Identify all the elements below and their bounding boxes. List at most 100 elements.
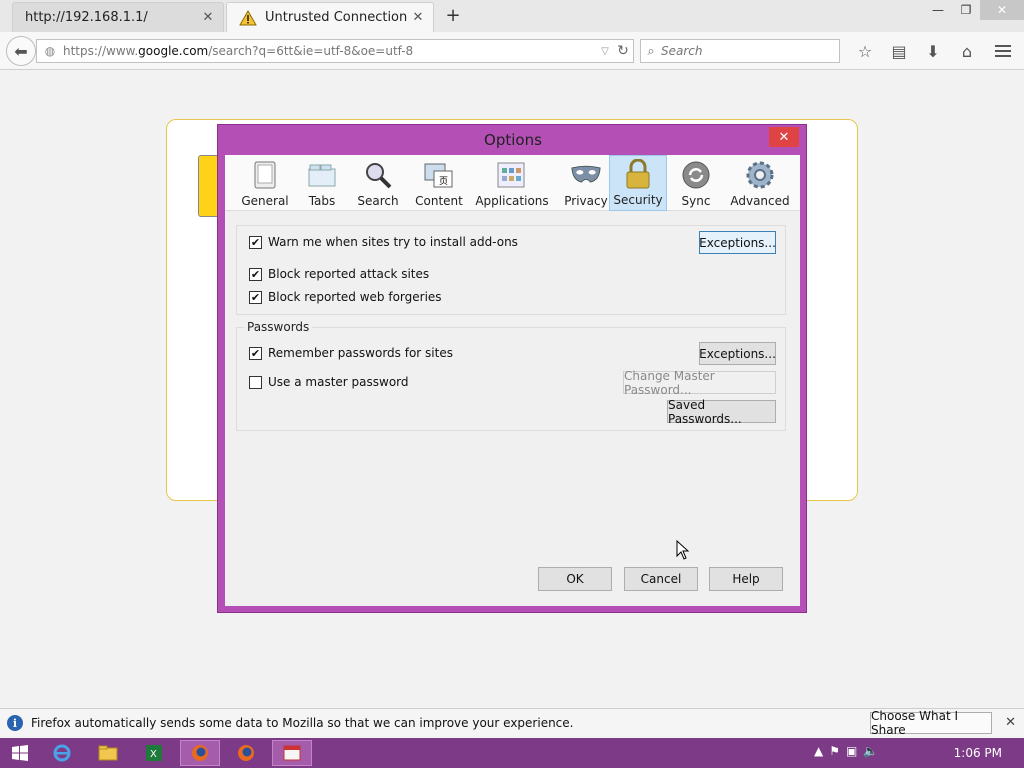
network-icon[interactable]: ▣ — [846, 744, 857, 758]
search-icon — [363, 160, 393, 190]
url-domain: google.com — [138, 44, 209, 58]
warning-icon — [239, 9, 257, 25]
security-general-group: ✔ Warn me when sites try to install add-… — [236, 225, 786, 315]
padlock-icon — [623, 159, 653, 189]
back-arrow-icon: ⬅ — [14, 41, 28, 61]
pane-selector: General Tabs Search 页 Content Applicatio… — [225, 155, 800, 211]
magnifier-icon: ⌕ — [647, 43, 655, 59]
window-close-icon[interactable]: ✕ — [980, 0, 1024, 20]
tab-title: http://192.168.1.1/ — [25, 10, 148, 25]
block-forgeries-checkbox[interactable]: ✔ — [249, 290, 262, 304]
start-windows-icon[interactable] — [0, 740, 40, 766]
tab-bar: http://192.168.1.1/ ✕ Untrusted Connecti… — [0, 0, 1024, 32]
pane-advanced[interactable]: Advanced — [725, 155, 795, 211]
dialog-close-button[interactable]: ✕ — [769, 127, 799, 147]
url-prefix: https://www. — [63, 44, 139, 58]
close-tab-icon[interactable]: ✕ — [411, 10, 425, 25]
options-dialog: Options ✕ General Tabs Search 页 Content … — [217, 124, 807, 613]
pane-security[interactable]: Security — [609, 155, 667, 211]
passwords-legend: Passwords — [244, 320, 313, 334]
saved-passwords-button[interactable]: Saved Passwords... — [667, 398, 776, 426]
ok-button[interactable]: OK — [538, 567, 612, 591]
pane-privacy[interactable]: Privacy — [563, 155, 609, 211]
url-text[interactable]: https://www.google.com/search?q=6tt&ie=u… — [59, 44, 597, 58]
dropdown-arrow-icon[interactable]: ▽ — [597, 46, 613, 57]
info-icon: i — [7, 715, 23, 731]
remember-passwords-checkbox[interactable]: ✔ — [249, 346, 262, 360]
reload-icon[interactable]: ↻ — [613, 43, 633, 59]
notification-message: Firefox automatically sends some data to… — [31, 716, 574, 730]
pane-content[interactable]: 页 Content — [415, 155, 463, 211]
back-button[interactable]: ⬅ — [6, 36, 36, 66]
show-hidden-icons-icon[interactable]: ▲ — [814, 744, 823, 758]
pane-label: Sync — [681, 194, 711, 208]
choose-what-i-share-button[interactable]: Choose What I Share — [870, 709, 992, 737]
taskbar-clock[interactable]: 1:06 PM — [954, 746, 1002, 760]
pane-general[interactable]: General — [225, 155, 305, 211]
warn-addons-option[interactable]: ✔ Warn me when sites try to install add-… — [249, 235, 518, 249]
pane-applications[interactable]: Applications — [461, 155, 563, 211]
internet-explorer-icon[interactable] — [42, 740, 82, 766]
pane-sync[interactable]: Sync — [667, 155, 725, 211]
pane-label: Advanced — [730, 194, 790, 208]
notification-close-icon[interactable]: ✕ — [1005, 715, 1016, 730]
pane-label: Security — [613, 193, 663, 207]
change-master-password-button[interactable]: Change Master Password... — [623, 369, 776, 397]
volume-muted-icon[interactable]: 🔈 — [863, 744, 878, 758]
block-attack-checkbox[interactable]: ✔ — [249, 267, 262, 281]
pane-label: Search — [357, 194, 399, 208]
window-controls: — ❐ ✕ — [924, 0, 1024, 22]
download-icon[interactable]: ⬇ — [916, 40, 950, 62]
minimize-icon[interactable]: — — [924, 0, 952, 20]
pane-tabs[interactable]: Tabs — [305, 155, 339, 211]
close-tab-icon[interactable]: ✕ — [201, 10, 215, 25]
master-password-option[interactable]: Use a master password — [249, 375, 409, 389]
globe-icon: ◍ — [44, 44, 56, 58]
dialog-title: Options — [484, 131, 542, 149]
cancel-button[interactable]: Cancel — [624, 567, 698, 591]
privacy-mask-icon — [571, 160, 601, 190]
action-center-flag-icon[interactable]: ⚑ — [829, 744, 840, 758]
url-bar[interactable]: ◍ https://www.google.com/search?q=6tt&ie… — [36, 39, 634, 63]
help-button[interactable]: Help — [709, 567, 783, 591]
excel-icon[interactable]: X — [134, 740, 174, 766]
navigation-toolbar: ⬅ ◍ https://www.google.com/search?q=6tt&… — [0, 32, 1024, 70]
tab-untrusted-connection[interactable]: Untrusted Connection ✕ — [226, 2, 434, 32]
passwords-exceptions-button[interactable]: Exceptions... — [699, 342, 776, 365]
block-forgeries-option[interactable]: ✔ Block reported web forgeries — [249, 290, 442, 304]
master-password-checkbox[interactable] — [249, 375, 262, 389]
svg-text:X: X — [150, 749, 157, 760]
file-explorer-icon[interactable] — [88, 740, 128, 766]
tab-title: Untrusted Connection — [265, 10, 408, 25]
checkbox-label: Remember passwords for sites — [268, 346, 453, 360]
mouse-cursor-icon — [676, 540, 690, 560]
remember-passwords-option[interactable]: ✔ Remember passwords for sites — [249, 346, 453, 360]
url-path: /search?q=6tt&ie=utf-8&oe=utf-8 — [208, 44, 414, 58]
home-icon[interactable]: ⌂ — [950, 40, 984, 62]
bookmark-star-icon[interactable]: ☆ — [848, 40, 882, 62]
firefox-window-icon[interactable] — [226, 740, 266, 766]
warn-addons-checkbox[interactable]: ✔ — [249, 235, 262, 249]
gear-icon — [745, 160, 775, 190]
addons-exceptions-button[interactable]: Exceptions... — [699, 231, 776, 254]
tab-router[interactable]: http://192.168.1.1/ ✕ — [12, 2, 224, 32]
general-icon — [250, 160, 280, 190]
toolbar-icons: ☆ ▤ ⬇ ⌂ — [848, 40, 984, 62]
search-bar[interactable]: ⌕ — [640, 39, 840, 63]
new-tab-button[interactable]: + — [444, 5, 462, 26]
checkbox-label: Warn me when sites try to install add-on… — [268, 235, 518, 249]
hamburger-menu-icon[interactable] — [990, 40, 1016, 62]
bookmarks-list-icon[interactable]: ▤ — [882, 40, 916, 62]
taskbar: X ▲ ⚑ ▣ 🔈 1:06 PM — [0, 738, 1024, 768]
firefox-taskbar-icon[interactable] — [180, 740, 220, 766]
search-input[interactable] — [661, 44, 831, 58]
restore-icon[interactable]: ❐ — [952, 0, 980, 20]
options-window-icon[interactable] — [272, 740, 312, 766]
system-tray: ▲ ⚑ ▣ 🔈 — [814, 744, 878, 758]
pane-search[interactable]: Search — [339, 155, 417, 211]
checkbox-label: Block reported attack sites — [268, 267, 430, 281]
pane-label: Applications — [475, 194, 549, 208]
applications-icon — [497, 160, 527, 190]
dialog-body: General Tabs Search 页 Content Applicatio… — [225, 155, 800, 606]
block-attack-option[interactable]: ✔ Block reported attack sites — [249, 267, 429, 281]
